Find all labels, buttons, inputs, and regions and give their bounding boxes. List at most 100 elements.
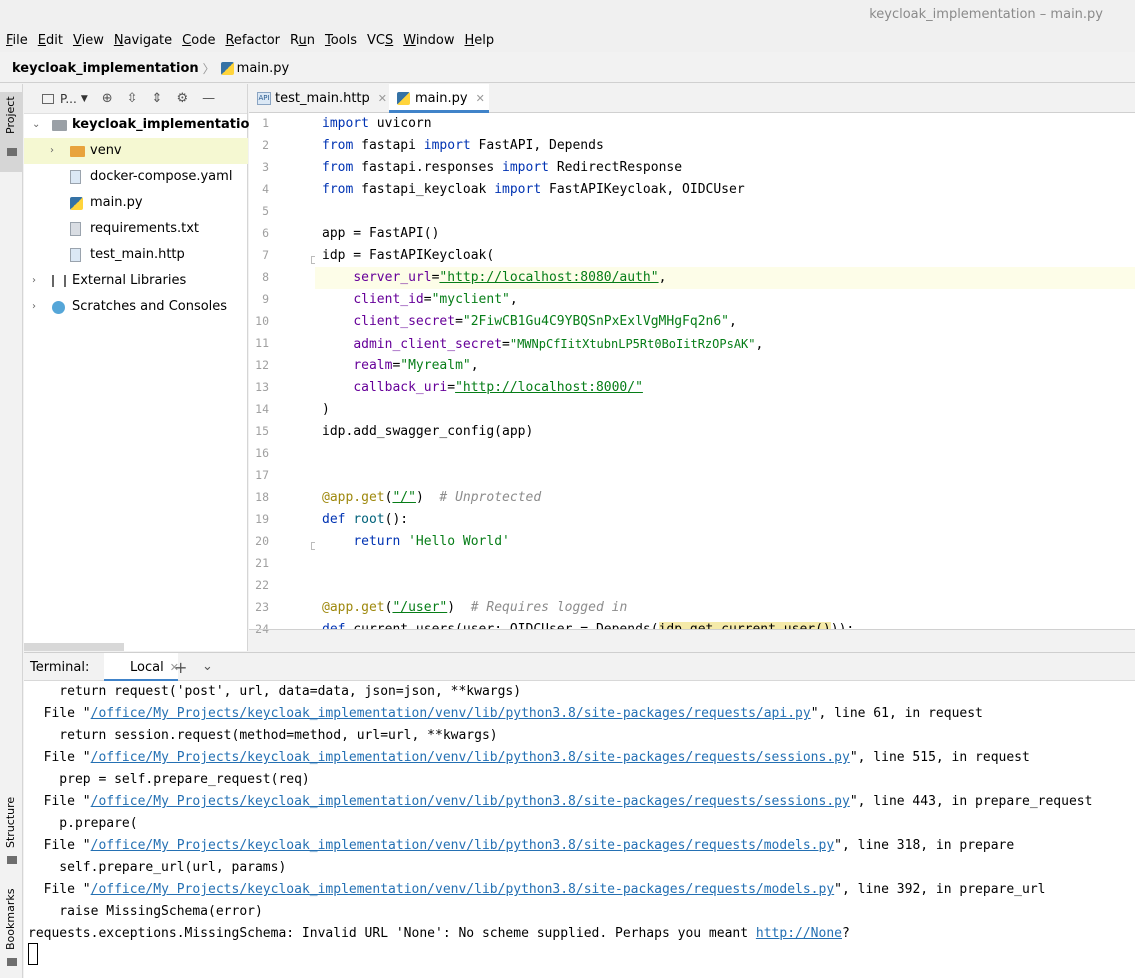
code-line-1: import uvicorn: [322, 116, 432, 131]
docker-compose-file-icon: [70, 170, 81, 184]
code-line-18: @app.get("/") # Unprotected: [322, 490, 542, 505]
file-link[interactable]: /office/My Projects/keycloak_implementat…: [91, 706, 811, 721]
url-link[interactable]: http://None: [756, 926, 842, 941]
code-line-10: client_secret="2FiwCB1Gu4C9YBQSnPxExlVgM…: [353, 314, 737, 329]
code-line-11: admin_client_secret="MWNpCfIitXtubnLP5Rt…: [353, 337, 764, 352]
tree-item-main-py[interactable]: main.py: [24, 190, 248, 216]
menu-view[interactable]: View: [73, 30, 104, 52]
line-number: 2: [262, 138, 269, 152]
menu-bar: File Edit View Navigate Code Refactor Ru…: [0, 30, 1135, 52]
file-link[interactable]: /office/My Projects/keycloak_implementat…: [91, 838, 835, 853]
terminal-header: Terminal: Local ✕ + ⌄: [24, 652, 1135, 682]
terminal-line: prep = self.prepare_request(req): [28, 772, 310, 787]
library-icon: [52, 275, 66, 287]
tab-label: Local: [130, 660, 164, 675]
tree-item-test-main-http[interactable]: test_main.http: [24, 242, 248, 268]
tree-item-label: test_main.http: [90, 247, 185, 262]
tab-terminal-local[interactable]: Local ✕: [104, 653, 179, 682]
folder-icon: [7, 148, 17, 156]
breadcrumb-file[interactable]: main.py: [237, 61, 290, 76]
tree-item-label: Scratches and Consoles: [72, 299, 228, 314]
line-number: 3: [262, 160, 269, 174]
menu-file[interactable]: File: [6, 30, 28, 52]
tree-item-docker-compose[interactable]: docker-compose.yaml: [24, 164, 248, 190]
editor-tab-bar: API test_main.http ✕ main.py ✕: [249, 84, 1135, 113]
http-file-icon: [70, 248, 81, 262]
terminal-line: p.prepare(: [28, 816, 138, 831]
file-link[interactable]: /office/My Projects/keycloak_implementat…: [91, 882, 835, 897]
tree-item-requirements[interactable]: requirements.txt: [24, 216, 248, 242]
line-number: 21: [255, 556, 269, 570]
terminal-output[interactable]: return request('post', url, data=data, j…: [24, 681, 1135, 978]
code-line-14: ): [322, 402, 330, 417]
python-file-icon: [397, 92, 410, 105]
code-line-6: app = FastAPI(): [322, 226, 440, 241]
chevron-right-icon[interactable]: ›: [50, 138, 54, 164]
tree-item-project-root[interactable]: ⌄ keycloak_implementation /: [24, 112, 267, 138]
bookmarks-tool-tab[interactable]: Bookmarks: [0, 888, 23, 973]
line-number: 7: [262, 248, 269, 262]
line-number: 15: [255, 424, 269, 438]
add-icon[interactable]: +: [174, 658, 187, 677]
structure-tool-tab[interactable]: Structure: [0, 796, 23, 876]
locate-icon[interactable]: ⊕: [102, 91, 113, 106]
code-line-3: from fastapi.responses import RedirectRe…: [322, 160, 683, 175]
line-number: 14: [255, 402, 269, 416]
chevron-down-icon[interactable]: ⌄: [32, 112, 40, 138]
code-line-4: from fastapi_keycloak import FastAPIKeyc…: [322, 182, 745, 197]
python-file-icon: [220, 62, 234, 75]
line-number: 6: [262, 226, 269, 240]
terminal-line: self.prepare_url(url, params): [28, 860, 287, 875]
terminal-line: return session.request(method=method, ur…: [28, 728, 498, 743]
file-link[interactable]: /office/My Projects/keycloak_implementat…: [91, 750, 850, 765]
menu-run[interactable]: Run: [290, 30, 315, 52]
menu-window[interactable]: Window: [403, 30, 454, 52]
bookmarks-tab-label: Bookmarks: [4, 888, 17, 950]
tab-main-py[interactable]: main.py ✕: [389, 84, 489, 113]
code-line-23: @app.get("/user") # Requires logged in: [322, 600, 628, 615]
close-icon[interactable]: ✕: [378, 92, 387, 105]
tree-item-external-libraries[interactable]: › External Libraries: [24, 268, 248, 294]
menu-edit[interactable]: Edit: [38, 30, 63, 52]
code-editor[interactable]: import uvicorn from fastapi import FastA…: [315, 113, 1135, 630]
line-number: 19: [255, 512, 269, 526]
close-icon[interactable]: ✕: [476, 92, 485, 105]
code-line-15: idp.add_swagger_config(app): [322, 424, 534, 439]
file-link[interactable]: /office/My Projects/keycloak_implementat…: [91, 794, 850, 809]
menu-refactor[interactable]: Refactor: [225, 30, 280, 52]
project-tool-tab[interactable]: Project: [0, 92, 23, 172]
terminal-label: Terminal:: [30, 660, 90, 675]
terminal-line: File "/office/My Projects/keycloak_imple…: [28, 838, 1015, 853]
minimize-icon[interactable]: —: [202, 91, 215, 106]
gear-icon[interactable]: ⚙: [176, 91, 188, 106]
expand-all-icon[interactable]: ⇳: [127, 91, 138, 106]
menu-help[interactable]: Help: [465, 30, 495, 52]
chevron-right-icon[interactable]: ›: [32, 294, 36, 320]
folder-icon: [52, 120, 67, 131]
python-file-icon: [70, 197, 83, 210]
tree-item-label: External Libraries: [72, 273, 187, 288]
structure-icon: [7, 856, 17, 864]
tab-test-main-http[interactable]: API test_main.http ✕: [249, 84, 387, 113]
chevron-down-icon[interactable]: ⌄: [202, 659, 213, 674]
code-line-2: from fastapi import FastAPI, Depends: [322, 138, 604, 153]
tree-item-label: venv: [90, 143, 122, 158]
terminal-line: File "/office/My Projects/keycloak_imple…: [28, 750, 1030, 765]
tree-item-venv[interactable]: › venv: [24, 138, 248, 164]
tree-item-scratches[interactable]: › Scratches and Consoles: [24, 294, 248, 320]
menu-navigate[interactable]: Navigate: [114, 30, 172, 52]
chevron-down-icon[interactable]: ▼: [81, 94, 88, 104]
collapse-all-icon[interactable]: ⇕: [152, 91, 163, 106]
http-file-icon: API: [257, 92, 271, 105]
menu-tools[interactable]: Tools: [325, 30, 357, 52]
menu-vcs[interactable]: VCS: [367, 30, 393, 52]
breadcrumb-project[interactable]: keycloak_implementation: [12, 61, 199, 76]
terminal-line: raise MissingSchema(error): [28, 904, 263, 919]
chevron-right-icon[interactable]: ›: [32, 268, 36, 294]
project-view-dropdown[interactable]: P...: [60, 92, 77, 106]
line-number: 17: [255, 468, 269, 482]
line-number: 22: [255, 578, 269, 592]
menu-code[interactable]: Code: [182, 30, 215, 52]
terminal-line: return request('post', url, data=data, j…: [28, 684, 522, 699]
horizontal-scrollbar[interactable]: [24, 643, 124, 651]
